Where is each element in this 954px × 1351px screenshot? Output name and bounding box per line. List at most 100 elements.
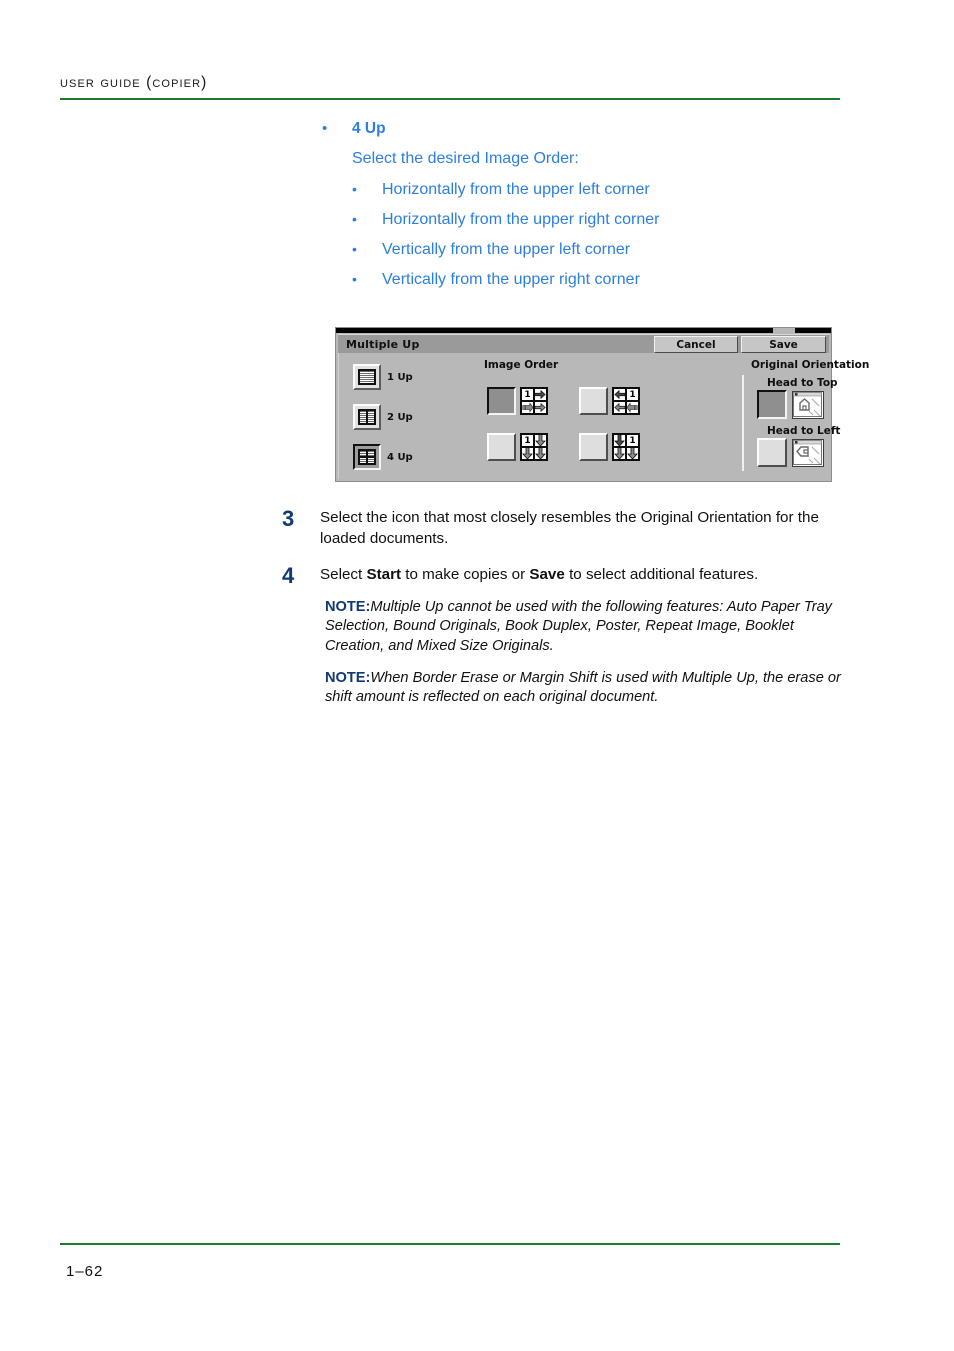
- page-number: 1–62: [66, 1263, 104, 1280]
- note-1-text: Multiple Up cannot be used with the foll…: [325, 599, 832, 654]
- four-up-heading: 4 Up: [352, 120, 386, 137]
- step-4-text-tail: to select additional features.: [564, 566, 759, 583]
- step-4-text: Select Start to make copies or Save to s…: [320, 565, 832, 587]
- step-3: 3 Select the icon that most closely rese…: [282, 507, 852, 549]
- image-order-vertical-upper-right-button[interactable]: [579, 433, 608, 461]
- up-option-1up[interactable]: 1 Up: [353, 364, 413, 390]
- image-order-horizontal-upper-right-button[interactable]: [579, 387, 608, 415]
- step-4-number: 4: [282, 563, 295, 588]
- copier-screen-figure: Multiple Up Cancel Save 1 Up 2 Up 4 Up I…: [335, 327, 869, 482]
- step-4-bold-save: Save: [529, 566, 565, 583]
- up-option-2up[interactable]: 2 Up: [353, 404, 413, 430]
- orientation-head-to-top[interactable]: [757, 390, 824, 419]
- footer-divider-rule: [60, 1243, 840, 1245]
- four-up-heading-row: • 4 Up: [322, 120, 842, 138]
- page-cell: [367, 410, 375, 424]
- page-cell: [359, 410, 367, 424]
- dialog-body: 1 Up 2 Up 4 Up Image Order 1 1 1 1 Origi…: [338, 353, 869, 479]
- up-option-4up-button[interactable]: [353, 444, 381, 470]
- image-order-horizontal-upper-left-button[interactable]: [487, 387, 516, 415]
- list-item: • Horizontally from the upper left corne…: [352, 180, 842, 200]
- dialog-title: Multiple Up: [346, 338, 420, 351]
- page-cell: [359, 457, 367, 464]
- head-to-top-document-icon: [792, 390, 824, 419]
- four-up-page-icon: [358, 449, 376, 465]
- quad-cell-digit: 1: [626, 434, 639, 447]
- one-up-page-icon: [358, 369, 376, 385]
- bullet-glyph-icon: •: [352, 270, 357, 287]
- up-option-1up-label: 1 Up: [387, 371, 413, 383]
- quad-cell-arrow-left: [613, 388, 626, 401]
- up-option-4up[interactable]: 4 Up: [353, 444, 413, 470]
- image-order-section-heading: Image Order: [484, 359, 559, 371]
- quad-cell-digit: 1: [521, 388, 534, 401]
- header-divider-rule: [60, 98, 840, 100]
- original-orientation-heading: Original Orientation: [751, 359, 870, 371]
- list-item-label: Vertically from the upper right corner: [382, 270, 640, 288]
- head-to-top-label: Head to Top: [767, 377, 838, 389]
- step-4-text-middle: to make copies or: [401, 566, 530, 583]
- bullet-glyph-icon: •: [322, 120, 328, 137]
- bullet-glyph-icon: •: [352, 240, 357, 257]
- quad-cell-arrow-left-2: [613, 401, 626, 414]
- image-order-option-list: • Horizontally from the upper left corne…: [352, 180, 842, 290]
- step-3-text: Select the icon that most closely resemb…: [320, 508, 832, 549]
- quad-cell-arrow-down: [534, 434, 547, 447]
- list-item: • Vertically from the upper right corner: [352, 270, 842, 290]
- page-cell: [367, 457, 375, 464]
- page-cell: [367, 450, 375, 457]
- head-to-left-label: Head to Left: [767, 425, 841, 437]
- vertical-upper-right-icon: 1: [612, 433, 640, 461]
- note-1: NOTE:Multiple Up cannot be used with the…: [325, 598, 841, 656]
- list-item: • Horizontally from the upper right corn…: [352, 210, 842, 230]
- step-4-text-lead: Select: [320, 566, 367, 583]
- image-order-instruction-block: • 4 Up Select the desired Image Order: •…: [322, 120, 842, 290]
- image-order-horizontal-upper-left[interactable]: 1: [487, 387, 548, 415]
- vertical-upper-left-icon: 1: [520, 433, 548, 461]
- quad-cell-arrow-bidir: [521, 401, 534, 414]
- quad-cell-arrow-down: [613, 434, 626, 447]
- head-to-top-button[interactable]: [757, 390, 787, 419]
- step-4: 4 Select Start to make copies or Save to…: [282, 565, 852, 587]
- cancel-button[interactable]: Cancel: [654, 336, 738, 353]
- quad-cell-digit: 1: [626, 388, 639, 401]
- step-3-text-run: Select the icon that most closely resemb…: [320, 509, 819, 547]
- quad-cell-arrow-bidir: [626, 401, 639, 414]
- page-header-title: User Guide (Copier): [60, 74, 208, 91]
- head-to-left-document-icon: [792, 438, 824, 467]
- up-option-2up-button[interactable]: [353, 404, 381, 430]
- horizontal-upper-right-icon: 1: [612, 387, 640, 415]
- page-cell: [359, 450, 367, 457]
- list-item-label: Vertically from the upper left corner: [382, 240, 631, 258]
- dialog-title-bar: Multiple Up Cancel Save: [338, 334, 829, 354]
- save-button[interactable]: Save: [741, 336, 826, 353]
- screen-bezel-bar: [336, 328, 831, 333]
- quad-cell-arrow-down-2: [613, 447, 626, 460]
- note-2-text: When Border Erase or Margin Shift is use…: [325, 670, 841, 706]
- quad-cell-arrow-down-2: [521, 447, 534, 460]
- page-running-header: User Guide (Copier): [60, 74, 840, 100]
- head-to-left-button[interactable]: [757, 438, 787, 467]
- image-order-horizontal-upper-right[interactable]: 1: [579, 387, 640, 415]
- page-cell: [359, 370, 375, 384]
- up-option-2up-label: 2 Up: [387, 411, 413, 423]
- image-order-vertical-upper-left[interactable]: 1: [487, 433, 548, 461]
- up-option-1up-button[interactable]: [353, 364, 381, 390]
- bullet-glyph-icon: •: [352, 180, 357, 197]
- orientation-head-to-left[interactable]: [757, 438, 824, 467]
- image-order-vertical-upper-right[interactable]: 1: [579, 433, 640, 461]
- original-orientation-divider: [742, 375, 744, 471]
- note-2: NOTE:When Border Erase or Margin Shift i…: [325, 669, 841, 708]
- quad-cell-arrow-down-3: [626, 447, 639, 460]
- screen-bezel-notch: [773, 328, 795, 333]
- quad-cell-arrow-right: [534, 388, 547, 401]
- bullet-glyph-icon: •: [352, 210, 357, 227]
- horizontal-upper-left-icon: 1: [520, 387, 548, 415]
- up-option-4up-label: 4 Up: [387, 451, 413, 463]
- note-2-label: NOTE:: [325, 670, 371, 686]
- step-4-bold-start: Start: [366, 566, 402, 583]
- image-order-lead-text: Select the desired Image Order:: [352, 150, 579, 167]
- image-order-vertical-upper-left-button[interactable]: [487, 433, 516, 461]
- quad-cell-digit: 1: [521, 434, 534, 447]
- note-1-label: NOTE:: [325, 599, 371, 615]
